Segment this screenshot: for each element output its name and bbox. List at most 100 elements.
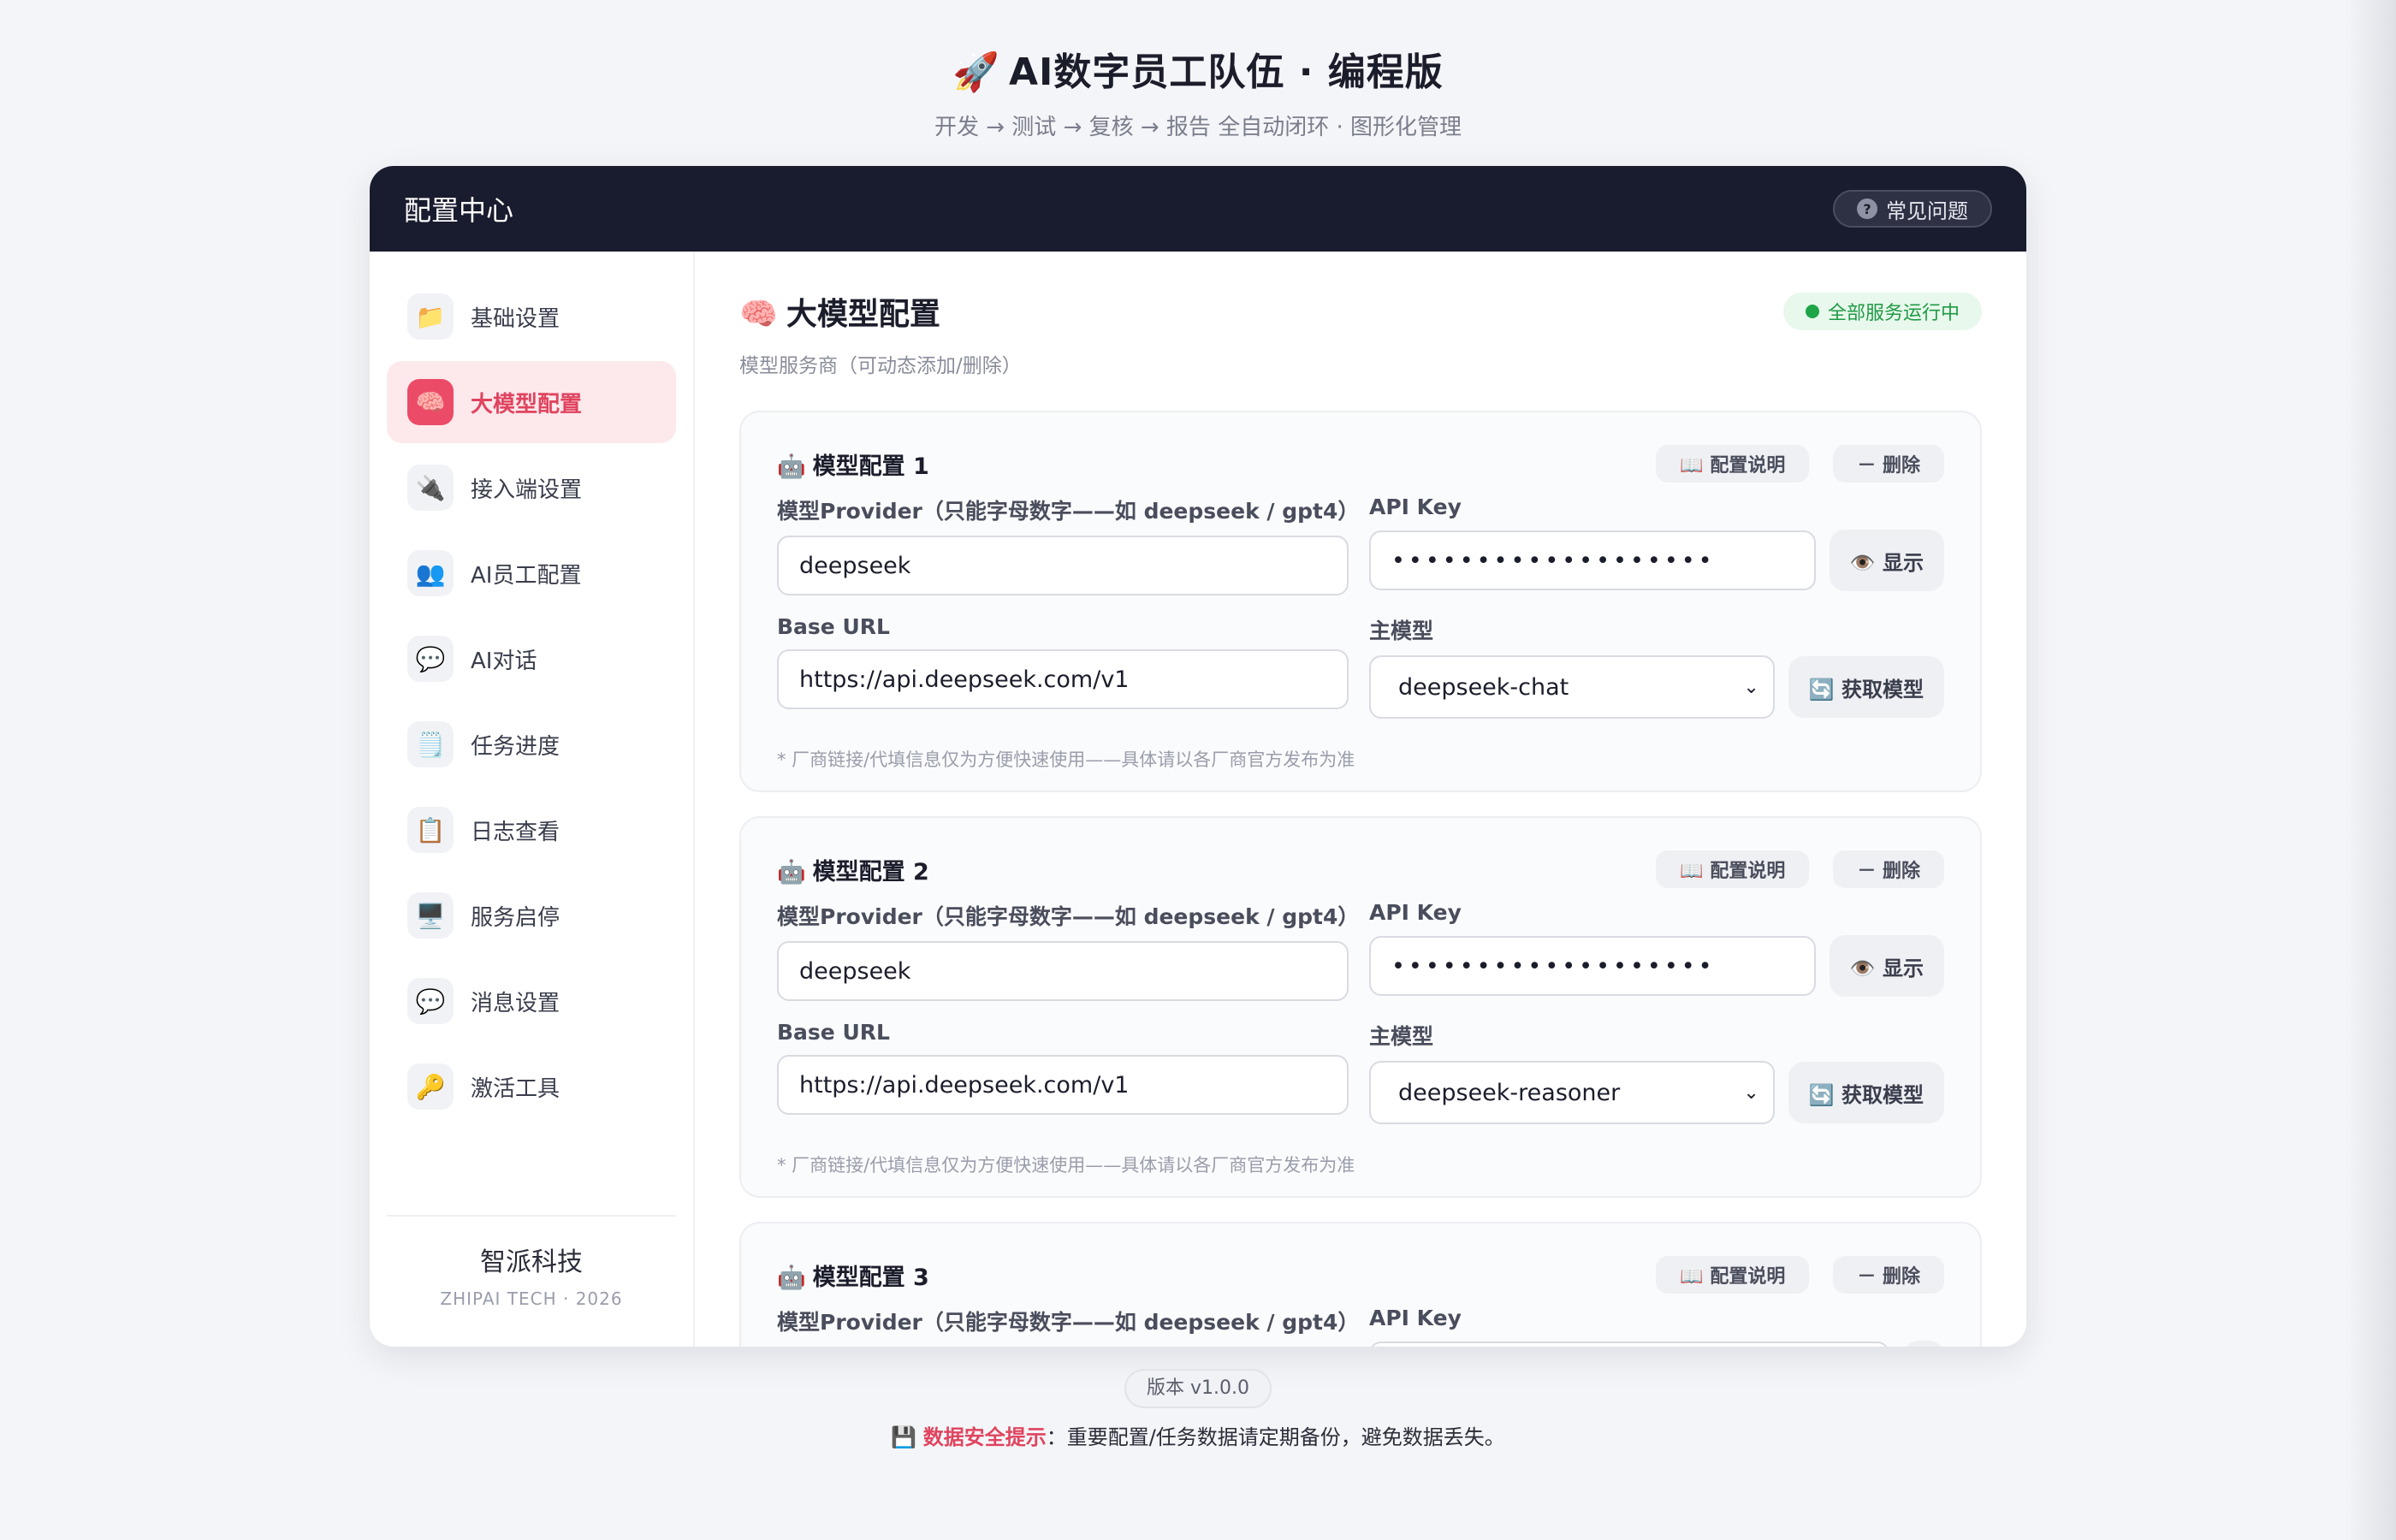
main-model-select[interactable]: deepseek-reasoner ⌄ xyxy=(1369,1061,1775,1124)
section-title: 🧠 大模型配置 xyxy=(739,289,1022,334)
page-title: 🚀 AI数字员工队伍 · 编程版 xyxy=(0,41,2396,96)
provider-label: 模型Provider（只能字母数字——如 deepseek / gpt4） xyxy=(777,499,1360,524)
brain-icon: 🧠 xyxy=(739,297,778,332)
folder-icon: 📁 xyxy=(407,293,454,340)
model-form-grid: 模型Provider（只能字母数字——如 deepseek / gpt4） AP… xyxy=(777,900,1944,1143)
page-title-text: AI数字员工队伍 · 编程版 xyxy=(1009,50,1444,94)
version-badge: 版本 v1.0.0 xyxy=(1124,1369,1272,1408)
model-card-title-text: 模型配置 1 xyxy=(812,453,929,480)
sidebar-item-service-control[interactable]: 🖥️ 服务启停 xyxy=(387,874,676,957)
api-key-row xyxy=(1369,1341,1944,1347)
brain-icon: 🧠 xyxy=(407,379,454,425)
panel-header: 配置中心 ? 常见问题 xyxy=(370,166,2026,252)
status-label: 全部服务运行中 xyxy=(1827,303,1960,324)
provider-input[interactable] xyxy=(777,536,1349,595)
provider-group: 模型Provider（只能字母数字——如 deepseek / gpt4） xyxy=(777,495,1360,595)
main-model-label: 主模型 xyxy=(1369,619,1434,643)
sidebar-item-label: AI员工配置 xyxy=(471,562,582,589)
main-model-select[interactable]: deepseek-chat ⌄ xyxy=(1369,655,1775,719)
company-subtitle: ZHIPAI TECH · 2026 xyxy=(440,1288,623,1309)
model-card-actions: 📖 配置说明 － 删除 xyxy=(1656,445,1944,483)
provider-group: 模型Provider（只能字母数字——如 deepseek / gpt4） xyxy=(777,900,1360,1001)
notepad-icon: 🗒️ xyxy=(407,721,454,767)
api-key-label: API Key xyxy=(1369,1306,1462,1330)
base-url-input[interactable] xyxy=(777,1055,1349,1115)
company-name: 智派科技 xyxy=(480,1247,583,1277)
status-badge: 全部服务运行中 xyxy=(1782,293,1982,330)
config-doc-button[interactable]: 📖 配置说明 xyxy=(1656,1256,1810,1294)
sidebar-item-ai-staff[interactable]: 👥 AI员工配置 xyxy=(387,532,676,614)
api-key-row: 👁️ 显示 xyxy=(1369,530,1944,591)
api-key-input[interactable] xyxy=(1369,1342,1889,1347)
delete-model-button[interactable]: － 删除 xyxy=(1833,850,1944,888)
vendor-note: * 厂商链接/代填信息仅为方便快速使用——具体请以各厂商官方发布为准 xyxy=(777,749,1355,770)
main-model-group: 主模型 deepseek-reasoner ⌄ 🔄 获取模型 xyxy=(1369,1020,1944,1124)
floppy-disk-icon: 💾 xyxy=(891,1425,917,1449)
base-url-group: Base URL xyxy=(777,614,1349,719)
plug-icon: 🔌 xyxy=(407,465,454,511)
base-url-input[interactable] xyxy=(777,649,1349,709)
page-footer: 版本 v1.0.0 💾 数据安全提示：重要配置/任务数据请定期备份，避免数据丢失… xyxy=(0,1369,2396,1450)
fetch-models-button[interactable]: 🔄 获取模型 xyxy=(1788,1062,1944,1123)
delete-model-button[interactable]: － 删除 xyxy=(1833,445,1944,483)
sidebar-item-message-settings[interactable]: 💬 消息设置 xyxy=(387,960,676,1042)
sidebar-item-task-progress[interactable]: 🗒️ 任务进度 xyxy=(387,703,676,785)
api-key-group: API Key 👁️ 显示 xyxy=(1369,495,1944,595)
show-key-button[interactable]: 👁️ 显示 xyxy=(1829,530,1944,591)
main-model-value: deepseek-reasoner xyxy=(1398,1079,1621,1106)
model-card-header: 🤖 模型配置 2 📖 配置说明 － 删除 xyxy=(777,849,1944,890)
api-key-input[interactable] xyxy=(1369,530,1816,590)
sidebar-item-model-config[interactable]: 🧠 大模型配置 xyxy=(387,361,676,443)
config-doc-button[interactable]: 📖 配置说明 xyxy=(1656,445,1810,483)
api-key-input[interactable] xyxy=(1369,936,1816,996)
sidebar-item-ai-chat[interactable]: 💬 AI对话 xyxy=(387,618,676,700)
sidebar-item-label: 接入端设置 xyxy=(471,477,583,503)
sidebar-item-label: 日志查看 xyxy=(471,819,560,845)
main-model-label: 主模型 xyxy=(1369,1024,1434,1049)
faq-button[interactable]: ? 常见问题 xyxy=(1833,190,1992,228)
model-card-title-text: 模型配置 3 xyxy=(812,1264,929,1291)
page-edge-shade xyxy=(2345,0,2396,1540)
main-model-row: deepseek-reasoner ⌄ 🔄 获取模型 xyxy=(1369,1061,1944,1124)
api-key-group: API Key 👁️ 显示 xyxy=(1369,900,1944,1001)
base-url-group: Base URL xyxy=(777,1020,1349,1124)
main-content: 🧠 大模型配置 模型服务商（可动态添加/删除） 全部服务运行中 🤖 模型配置 1 📖… xyxy=(695,252,2026,1347)
show-key-button[interactable]: 👁️ 显示 xyxy=(1829,935,1944,997)
model-card-actions: 📖 配置说明 － 删除 xyxy=(1656,1256,1944,1294)
model-card-title: 🤖 模型配置 2 xyxy=(777,853,929,886)
sidebar-footer: 智派科技 ZHIPAI TECH · 2026 xyxy=(387,1215,676,1309)
sidebar-item-activation-tool[interactable]: 🔑 激活工具 xyxy=(387,1045,676,1128)
tip-text: ：重要配置/任务数据请定期备份，避免数据丢失。 xyxy=(1046,1425,1505,1449)
sidebar-item-label: 基础设置 xyxy=(471,305,560,332)
config-doc-button[interactable]: 📖 配置说明 xyxy=(1656,850,1810,888)
provider-input[interactable] xyxy=(777,941,1349,1001)
provider-label: 模型Provider（只能字母数字——如 deepseek / gpt4） xyxy=(777,904,1360,929)
sidebar-item-label: 任务进度 xyxy=(471,733,560,760)
vendor-note: * 厂商链接/代填信息仅为方便快速使用——具体请以各厂商官方发布为准 xyxy=(777,1155,1355,1176)
sidebar-item-label: 服务启停 xyxy=(471,904,560,931)
model-card-actions: 📖 配置说明 － 删除 xyxy=(1656,850,1944,888)
status-dot-icon xyxy=(1805,305,1819,318)
model-config-card: 🤖 模型配置 1 📖 配置说明 － 删除 模型Provider（只能字母数字——如… xyxy=(739,411,1982,792)
config-center-panel: 配置中心 ? 常见问题 📁 基础设置 🧠 大模型配置 🔌 接入端设置 👥 AI员… xyxy=(370,166,2026,1347)
api-key-group: API Key xyxy=(1369,1306,1944,1347)
model-card-title: 🤖 模型配置 1 xyxy=(777,447,929,481)
question-icon: ? xyxy=(1857,198,1877,219)
show-key-button[interactable] xyxy=(1903,1341,1944,1347)
sidebar-item-logs[interactable]: 📋 日志查看 xyxy=(387,789,676,871)
model-card-header: 🤖 模型配置 1 📖 配置说明 － 删除 xyxy=(777,443,1944,484)
sidebar-item-endpoint-settings[interactable]: 🔌 接入端设置 xyxy=(387,447,676,529)
delete-model-button[interactable]: － 删除 xyxy=(1833,1256,1944,1294)
model-card-title-text: 模型配置 2 xyxy=(812,858,929,886)
sidebar-item-label: 大模型配置 xyxy=(471,391,583,418)
clipboard-icon: 📋 xyxy=(407,807,454,853)
fetch-models-button[interactable]: 🔄 获取模型 xyxy=(1788,656,1944,718)
robot-icon: 🤖 xyxy=(777,858,806,886)
sidebar-item-label: AI对话 xyxy=(471,648,537,674)
section-header: 🧠 大模型配置 模型服务商（可动态添加/删除） 全部服务运行中 xyxy=(739,289,1982,378)
sidebar-item-basic-settings[interactable]: 📁 基础设置 xyxy=(387,275,676,358)
api-key-row: 👁️ 显示 xyxy=(1369,935,1944,997)
model-config-card: 🤖 模型配置 3 📖 配置说明 － 删除 模型Provider（只能字母数字——如… xyxy=(739,1222,1982,1347)
provider-group: 模型Provider（只能字母数字——如 deepseek / gpt4） xyxy=(777,1306,1359,1347)
people-icon: 👥 xyxy=(407,550,454,596)
